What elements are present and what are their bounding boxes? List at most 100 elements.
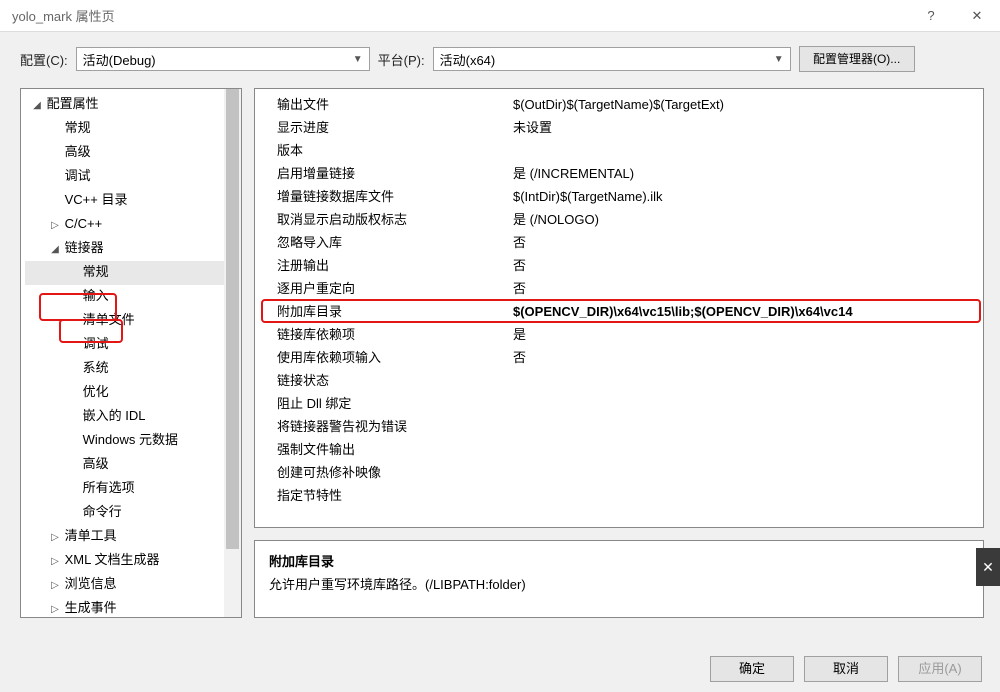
close-button[interactable]: ✕ — [954, 0, 1000, 32]
tree-item[interactable]: ◢ 输入 — [25, 285, 241, 309]
property-row[interactable]: 输出文件$(OutDir)$(TargetName)$(TargetExt) — [255, 93, 983, 116]
tree-item[interactable]: ▷ 生成事件 — [25, 597, 241, 617]
property-value[interactable]: 是 — [509, 323, 983, 346]
expand-open-icon[interactable]: ◢ — [49, 239, 61, 261]
property-row[interactable]: 阻止 Dll 绑定 — [255, 392, 983, 415]
property-row[interactable]: 启用增量链接是 (/INCREMENTAL) — [255, 162, 983, 185]
property-value[interactable]: 否 — [509, 254, 983, 277]
tree-item[interactable]: ◢ 常规 — [25, 261, 241, 285]
tree-item[interactable]: ◢ 优化 — [25, 381, 241, 405]
property-name: 增量链接数据库文件 — [255, 185, 509, 208]
tree-item[interactable]: ◢ 高级 — [25, 453, 241, 477]
property-value[interactable] — [509, 461, 983, 484]
property-row[interactable]: 将链接器警告视为错误 — [255, 415, 983, 438]
property-row[interactable]: 链接状态 — [255, 369, 983, 392]
tree-item[interactable]: ◢ 常规 — [25, 117, 241, 141]
property-value[interactable]: 否 — [509, 346, 983, 369]
property-value[interactable]: 是 (/NOLOGO) — [509, 208, 983, 231]
property-value[interactable] — [509, 415, 983, 438]
property-row[interactable]: 指定节特性 — [255, 484, 983, 507]
side-close-icon[interactable]: ✕ — [976, 548, 1000, 586]
property-value[interactable]: 否 — [509, 277, 983, 300]
scrollbar-thumb[interactable] — [226, 89, 239, 549]
property-value[interactable]: $(OPENCV_DIR)\x64\vc15\lib;$(OPENCV_DIR)… — [509, 300, 983, 323]
property-value[interactable] — [509, 392, 983, 415]
tree-item[interactable]: ◢ Windows 元数据 — [25, 429, 241, 453]
tree-item-label: 输入 — [79, 288, 109, 303]
property-value[interactable] — [509, 139, 983, 162]
property-name: 链接状态 — [255, 369, 509, 392]
tree-item-label: 生成事件 — [61, 600, 117, 615]
tree-item-label: 所有选项 — [79, 480, 135, 495]
tree-item[interactable]: ◢ 配置属性 — [25, 93, 241, 117]
tree-item-label: 调试 — [79, 336, 109, 351]
property-row[interactable]: 显示进度未设置 — [255, 116, 983, 139]
property-row[interactable]: 忽略导入库否 — [255, 231, 983, 254]
tree-item[interactable]: ◢ 高级 — [25, 141, 241, 165]
property-name: 注册输出 — [255, 254, 509, 277]
cancel-button[interactable]: 取消 — [804, 656, 888, 682]
property-value[interactable] — [509, 369, 983, 392]
property-row[interactable]: 取消显示启动版权标志是 (/NOLOGO) — [255, 208, 983, 231]
tree-item-label: Windows 元数据 — [79, 432, 178, 447]
tree-item[interactable]: ◢ 调试 — [25, 165, 241, 189]
tree-item[interactable]: ◢ 调试 — [25, 333, 241, 357]
property-value[interactable]: 未设置 — [509, 116, 983, 139]
expand-closed-icon[interactable]: ▷ — [49, 575, 61, 597]
property-name: 显示进度 — [255, 116, 509, 139]
expand-closed-icon[interactable]: ▷ — [49, 215, 61, 237]
platform-label: 平台(P): — [378, 50, 425, 69]
property-row[interactable]: 使用库依赖项输入否 — [255, 346, 983, 369]
tree-item[interactable]: ◢ 系统 — [25, 357, 241, 381]
tree-item[interactable]: ◢ 链接器 — [25, 237, 241, 261]
property-row[interactable]: 逐用户重定向否 — [255, 277, 983, 300]
config-select[interactable]: 活动(Debug) ▼ — [76, 47, 370, 71]
property-name: 使用库依赖项输入 — [255, 346, 509, 369]
property-value[interactable]: $(IntDir)$(TargetName).ilk — [509, 185, 983, 208]
property-row[interactable]: 链接库依赖项是 — [255, 323, 983, 346]
titlebar: yolo_mark 属性页 ? ✕ — [0, 0, 1000, 32]
tree-scrollbar[interactable] — [224, 89, 241, 617]
expand-closed-icon[interactable]: ▷ — [49, 551, 61, 573]
platform-select[interactable]: 活动(x64) ▼ — [433, 47, 791, 71]
property-row[interactable]: 强制文件输出 — [255, 438, 983, 461]
tree-item[interactable]: ▷ XML 文档生成器 — [25, 549, 241, 573]
property-value[interactable]: $(OutDir)$(TargetName)$(TargetExt) — [509, 93, 983, 116]
description-panel: 附加库目录 允许用户重写环境库路径。(/LIBPATH:folder) — [254, 540, 984, 618]
tree-item[interactable]: ◢ 清单文件 — [25, 309, 241, 333]
property-name: 创建可热修补映像 — [255, 461, 509, 484]
property-row[interactable]: 创建可热修补映像 — [255, 461, 983, 484]
property-name: 版本 — [255, 139, 509, 162]
tree-item[interactable]: ◢ VC++ 目录 — [25, 189, 241, 213]
apply-button[interactable]: 应用(A) — [898, 656, 982, 682]
tree-item[interactable]: ▷ C/C++ — [25, 213, 241, 237]
property-value[interactable] — [509, 484, 983, 507]
property-value[interactable]: 否 — [509, 231, 983, 254]
tree-item-label: 高级 — [61, 144, 91, 159]
expand-closed-icon[interactable]: ▷ — [49, 599, 61, 617]
tree-item[interactable]: ▷ 浏览信息 — [25, 573, 241, 597]
property-row[interactable]: 附加库目录$(OPENCV_DIR)\x64\vc15\lib;$(OPENCV… — [255, 300, 983, 323]
description-title: 附加库目录 — [269, 551, 969, 570]
property-row[interactable]: 注册输出否 — [255, 254, 983, 277]
tree-item-label: 链接器 — [61, 240, 104, 255]
ok-button[interactable]: 确定 — [710, 656, 794, 682]
property-row[interactable]: 增量链接数据库文件$(IntDir)$(TargetName).ilk — [255, 185, 983, 208]
property-name: 将链接器警告视为错误 — [255, 415, 509, 438]
tree-item[interactable]: ▷ 清单工具 — [25, 525, 241, 549]
expand-closed-icon[interactable]: ▷ — [49, 527, 61, 549]
property-value[interactable]: 是 (/INCREMENTAL) — [509, 162, 983, 185]
property-value[interactable] — [509, 438, 983, 461]
expand-open-icon[interactable]: ◢ — [31, 95, 43, 117]
config-value: 活动(Debug) — [83, 50, 156, 69]
tree-item-label: 高级 — [79, 456, 109, 471]
tree-item[interactable]: ◢ 所有选项 — [25, 477, 241, 501]
config-manager-button[interactable]: 配置管理器(O)... — [799, 46, 915, 72]
property-row[interactable]: 版本 — [255, 139, 983, 162]
config-row: 配置(C): 活动(Debug) ▼ 平台(P): 活动(x64) ▼ 配置管理… — [0, 32, 1000, 82]
help-button[interactable]: ? — [908, 0, 954, 32]
tree-item[interactable]: ◢ 嵌入的 IDL — [25, 405, 241, 429]
tree-item-label: 命令行 — [79, 504, 122, 519]
tree-item[interactable]: ◢ 命令行 — [25, 501, 241, 525]
property-name: 指定节特性 — [255, 484, 509, 507]
